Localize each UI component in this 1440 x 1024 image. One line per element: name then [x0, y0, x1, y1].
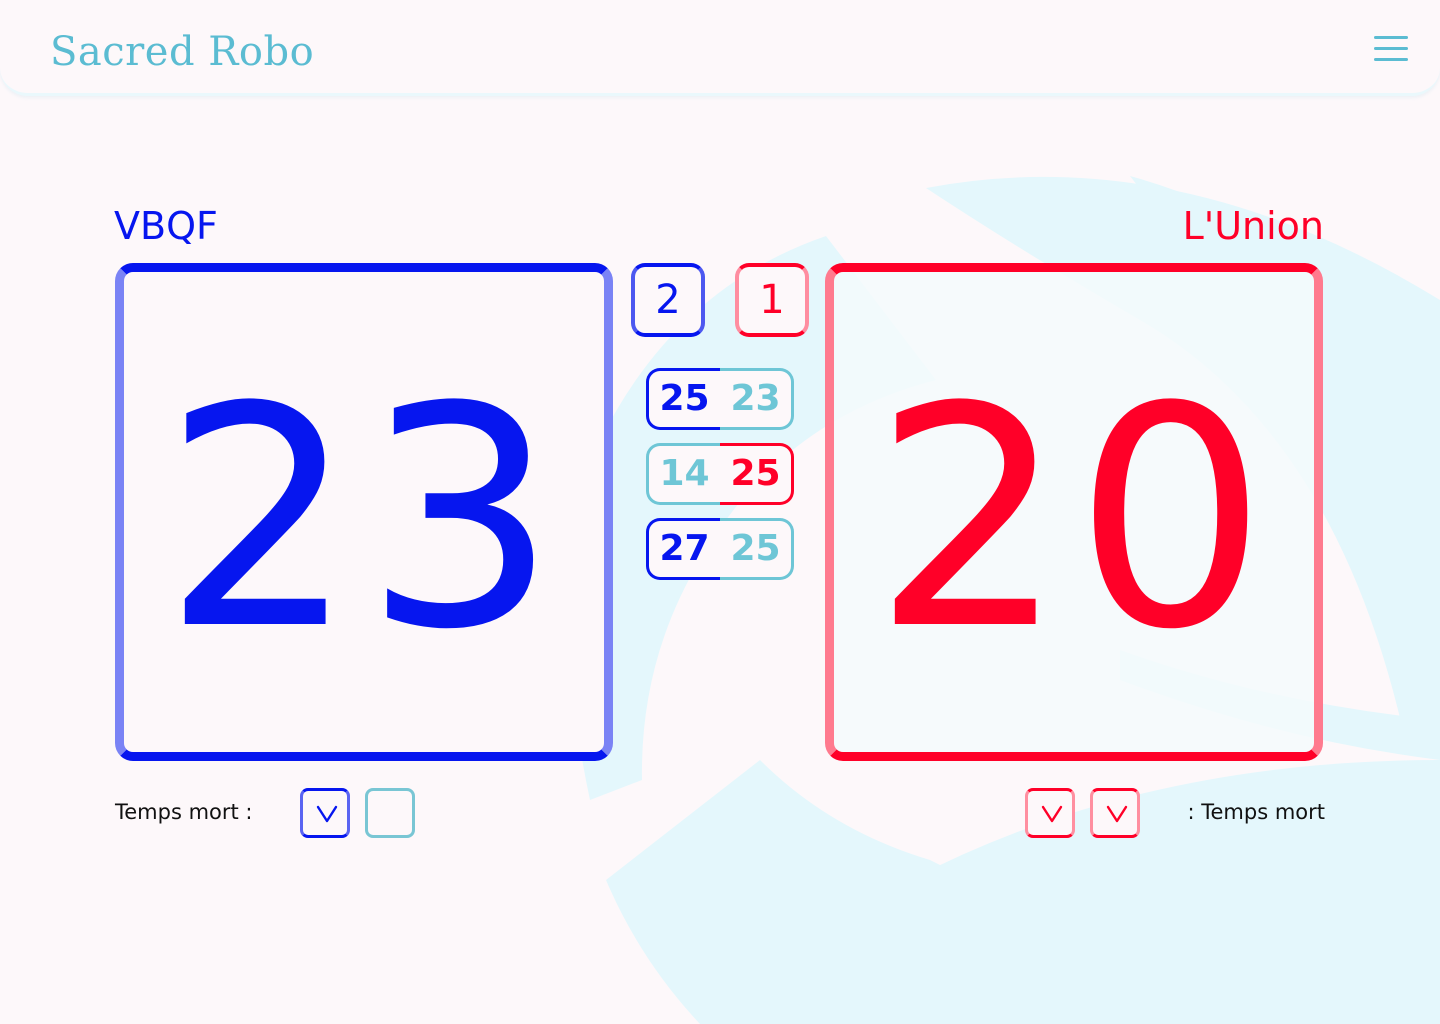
set-score-row: 27 25	[646, 518, 794, 580]
set-score-row: 25 23	[646, 368, 794, 430]
chevron-down-icon	[316, 805, 338, 823]
away-score-button[interactable]: 20	[825, 263, 1323, 761]
set-2-away-score: 25	[720, 443, 794, 505]
set-1-away-score: 23	[720, 368, 794, 430]
away-timeout-label: : Temps mort	[1187, 800, 1325, 824]
away-team-name: L'Union	[1182, 204, 1324, 248]
home-timeout-1-checkbox[interactable]	[300, 788, 350, 838]
set-2-home-score: 14	[646, 443, 720, 505]
chevron-down-icon	[1041, 805, 1063, 823]
away-timeout-2-checkbox[interactable]	[1090, 788, 1140, 838]
app-header: Sacred Robo	[0, 0, 1440, 96]
set-3-away-score: 25	[720, 518, 794, 580]
away-timeout-1-checkbox[interactable]	[1025, 788, 1075, 838]
hamburger-menu-icon	[1374, 36, 1408, 39]
home-timeout-label: Temps mort :	[115, 800, 253, 824]
home-score-value: 23	[162, 342, 566, 696]
set-score-row: 14 25	[646, 443, 794, 505]
set-1-home-score: 25	[646, 368, 720, 430]
chevron-down-icon	[1106, 805, 1128, 823]
away-sets-won-badge[interactable]: 1	[735, 263, 809, 337]
set-3-home-score: 27	[646, 518, 720, 580]
home-timeout-2-checkbox[interactable]	[365, 788, 415, 838]
away-score-value: 20	[872, 342, 1276, 696]
brand-logo[interactable]: Sacred Robo	[50, 28, 314, 76]
home-score-button[interactable]: 23	[115, 263, 613, 761]
menu-button[interactable]	[1372, 36, 1410, 64]
home-team-name: VBQF	[114, 204, 218, 248]
scoreboard-page: Sacred Robo VBQF L'Union 23 20 2 1 25 23…	[0, 0, 1440, 1024]
home-sets-won-badge[interactable]: 2	[631, 263, 705, 337]
